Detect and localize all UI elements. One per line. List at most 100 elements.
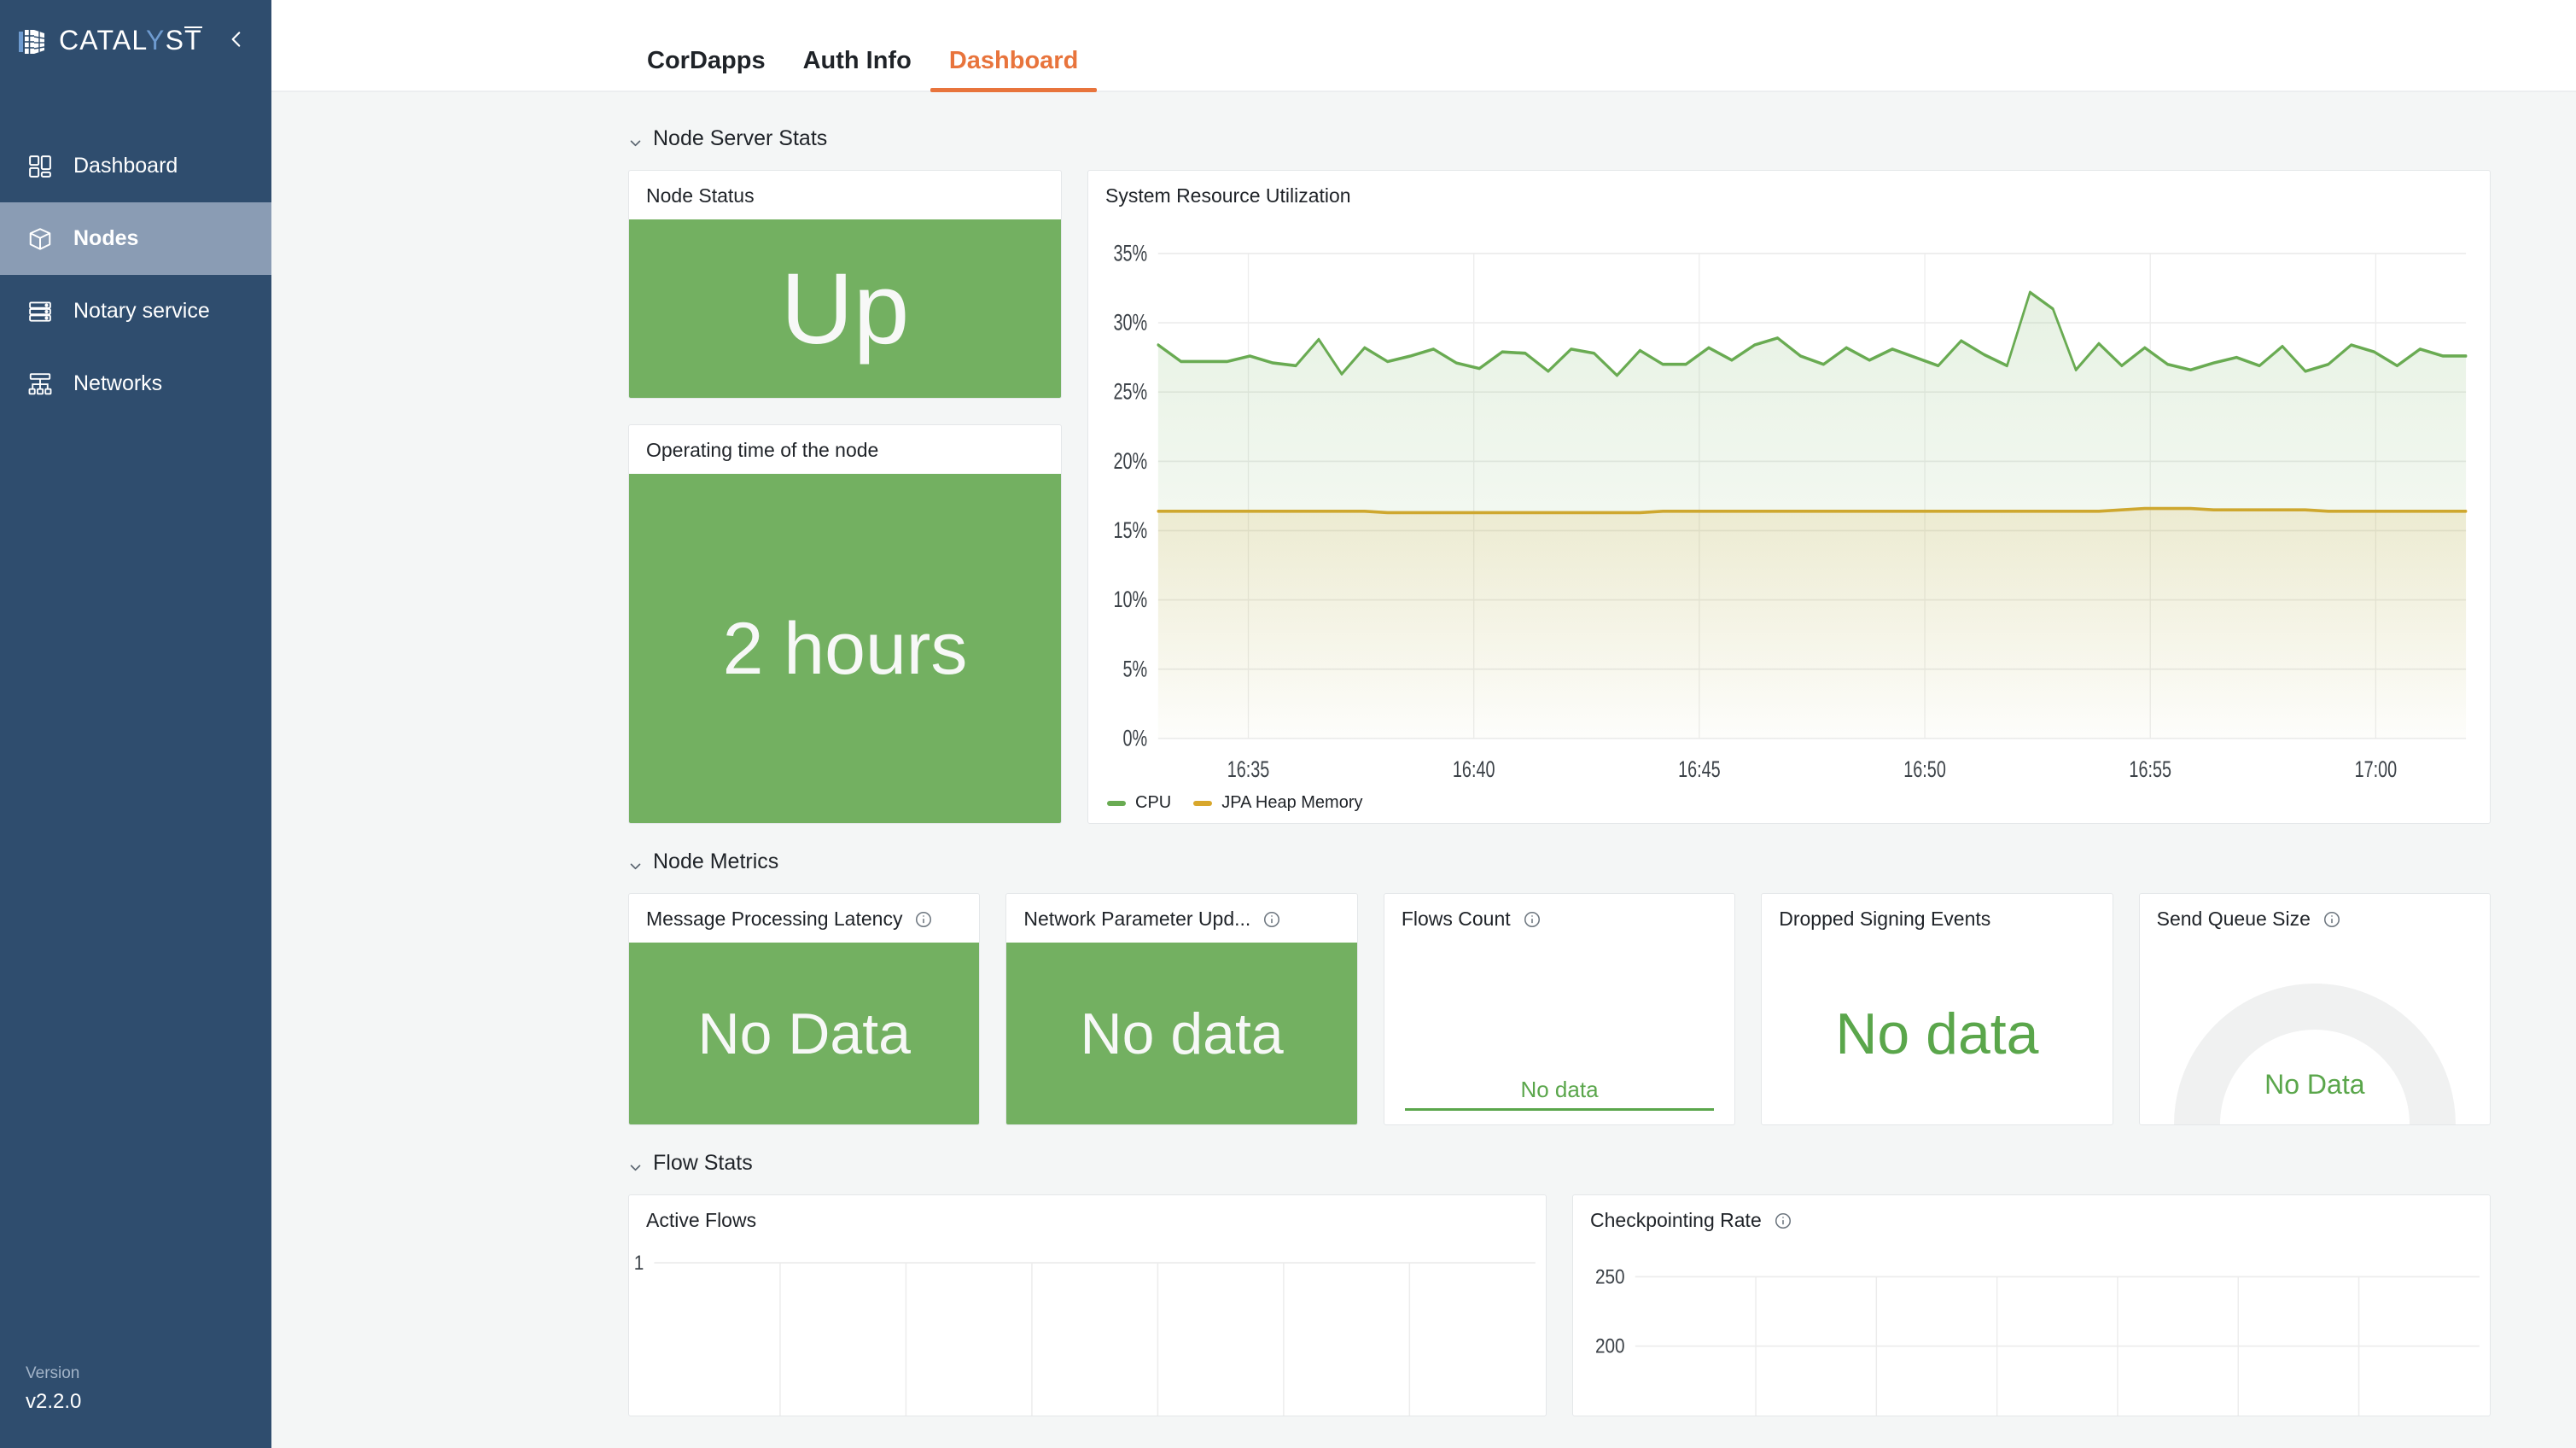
card-system-resource-utilization: System Resource Utilization 0%5%10%15%20… (1087, 170, 2491, 824)
svg-text:16:55: 16:55 (2129, 756, 2171, 782)
active-flows-chart-svg: 1 (629, 1244, 1546, 1416)
svg-text:16:45: 16:45 (1678, 756, 1721, 782)
version-label: Version (26, 1364, 81, 1383)
sidebar-item-label: Dashboard (73, 154, 178, 178)
info-icon[interactable] (1523, 910, 1542, 929)
brand-name: CATALYST (59, 25, 202, 56)
svg-text:35%: 35% (1113, 241, 1147, 266)
gauge-arc-icon (2174, 963, 2456, 1125)
legend-label: CPU (1135, 793, 1171, 813)
section-header-flow-stats[interactable]: Flow Stats (628, 1151, 2491, 1176)
active-flows-chart: 1 (629, 1244, 1546, 1416)
card-title: Message Processing Latency (629, 894, 979, 943)
sidebar-header: CATALYST (0, 0, 271, 57)
section-title: Flow Stats (653, 1151, 753, 1176)
section-title: Node Server Stats (653, 126, 827, 151)
card-title: Send Queue Size (2140, 894, 2490, 943)
svg-text:17:00: 17:00 (2355, 756, 2398, 782)
metric-value: No data (1520, 1077, 1598, 1103)
metric-value: No data (1006, 943, 1356, 1124)
sidebar-item-label: Notary service (73, 299, 210, 324)
svg-text:16:35: 16:35 (1227, 756, 1270, 782)
tab-dashboard[interactable]: Dashboard (930, 47, 1097, 90)
card-title-text: Checkpointing Rate (1590, 1209, 1762, 1232)
version-value: v2.2.0 (26, 1390, 81, 1414)
status-column: Node Status Up Operating time of the nod… (628, 170, 1062, 824)
info-icon[interactable] (914, 910, 933, 929)
main-area: CorDapps Auth Info Dashboard Node Server… (271, 0, 2576, 1448)
legend-label: JPA Heap Memory (1221, 793, 1362, 813)
svg-text:1: 1 (634, 1252, 644, 1275)
svg-text:0%: 0% (1123, 726, 1148, 751)
info-icon[interactable] (1774, 1212, 1792, 1230)
tab-bar: CorDapps Auth Info Dashboard (271, 0, 2576, 92)
svg-text:16:50: 16:50 (1903, 756, 1946, 782)
card-title: Checkpointing Rate (1573, 1195, 2490, 1244)
brand: CATALYST (19, 26, 224, 57)
metric-value: No Data (629, 943, 979, 1124)
svg-text:15%: 15% (1113, 517, 1147, 543)
svg-text:5%: 5% (1123, 656, 1148, 681)
card-title: Flows Count (1384, 894, 1734, 943)
svg-text:30%: 30% (1113, 310, 1147, 336)
legend-swatch (1107, 801, 1126, 806)
card-title-text: Dropped Signing Events (1779, 908, 1990, 931)
baseline-rule (1405, 1108, 1714, 1111)
chevron-down-icon (628, 855, 643, 869)
svg-text:20%: 20% (1113, 448, 1147, 474)
card-title: Dropped Signing Events (1762, 894, 2112, 943)
collapse-sidebar-button[interactable] (224, 29, 249, 55)
tab-auth-info[interactable]: Auth Info (784, 47, 930, 90)
card-dropped-signing-events: Dropped Signing Events No data (1761, 893, 2113, 1125)
card-title: Operating time of the node (629, 425, 1061, 474)
section-header-node-server-stats[interactable]: Node Server Stats (628, 126, 2491, 151)
checkpointing-rate-chart: 250200 (1573, 1244, 2490, 1416)
sidebar-item-notary-service[interactable]: Notary service (0, 275, 271, 347)
card-title-text: Network Parameter Upd... (1023, 908, 1250, 931)
cube-icon (26, 225, 55, 254)
legend-item-cpu[interactable]: CPU (1107, 793, 1171, 813)
legend-swatch (1193, 801, 1212, 806)
sidebar-nav: Dashboard Nodes (0, 130, 271, 420)
card-title: Active Flows (629, 1195, 1546, 1244)
card-network-parameter-update: Network Parameter Upd... No data (1005, 893, 1357, 1125)
sidebar-item-label: Networks (73, 371, 162, 396)
card-title: Network Parameter Upd... (1006, 894, 1356, 943)
section-header-node-metrics[interactable]: Node Metrics (628, 850, 2491, 874)
tab-cordapps[interactable]: CorDapps (628, 47, 784, 90)
chart-legend: CPU JPA Heap Memory (1088, 793, 2490, 823)
network-tree-icon (26, 370, 55, 399)
section-title: Node Metrics (653, 850, 778, 874)
svg-text:25%: 25% (1113, 379, 1147, 405)
app-root: CATALYST Dashboard (0, 0, 2576, 1448)
card-title: Node Status (629, 171, 1061, 219)
checkpointing-rate-chart-svg: 250200 (1573, 1244, 2490, 1416)
sidebar-item-nodes[interactable]: Nodes (0, 202, 271, 275)
card-title-text: Flows Count (1402, 908, 1511, 931)
card-message-processing-latency: Message Processing Latency No Data (628, 893, 980, 1125)
node-status-value: Up (629, 219, 1061, 398)
dashboard-content: Node Server Stats Node Status Up Operati… (271, 92, 2576, 1448)
system-resource-chart-svg: 0% 5% 10% 15% 20% 25% 30% 35% 16:35 16:40 16:45 16:… (1105, 228, 2473, 793)
legend-item-jpa-heap-memory[interactable]: JPA Heap Memory (1193, 793, 1362, 813)
svg-text:250: 250 (1595, 1265, 1625, 1288)
sidebar-item-dashboard[interactable]: Dashboard (0, 130, 271, 202)
info-icon[interactable] (1262, 910, 1281, 929)
card-active-flows: Active Flows 1 (628, 1194, 1547, 1416)
card-title-text: Message Processing Latency (646, 908, 902, 931)
chevron-left-icon (225, 28, 248, 55)
info-icon[interactable] (2322, 910, 2341, 929)
node-server-stats-row: Node Status Up Operating time of the nod… (628, 170, 2491, 824)
server-stack-icon (26, 297, 55, 326)
card-send-queue-size: Send Queue Size (2139, 893, 2491, 1125)
svg-text:10%: 10% (1113, 587, 1147, 612)
card-checkpointing-rate: Checkpointing Rate 250200 (1572, 1194, 2491, 1416)
sidebar-item-networks[interactable]: Networks (0, 347, 271, 420)
send-queue-gauge: No Data (2140, 943, 2490, 1124)
dashboard-inner: Node Server Stats Node Status Up Operati… (271, 126, 2491, 1416)
node-metrics-row: Message Processing Latency No Data (628, 893, 2491, 1125)
svg-text:16:40: 16:40 (1453, 756, 1495, 782)
card-flows-count: Flows Count No data (1384, 893, 1735, 1125)
catalyst-cube-logo-icon (19, 29, 48, 55)
chevron-down-icon (628, 1156, 643, 1171)
